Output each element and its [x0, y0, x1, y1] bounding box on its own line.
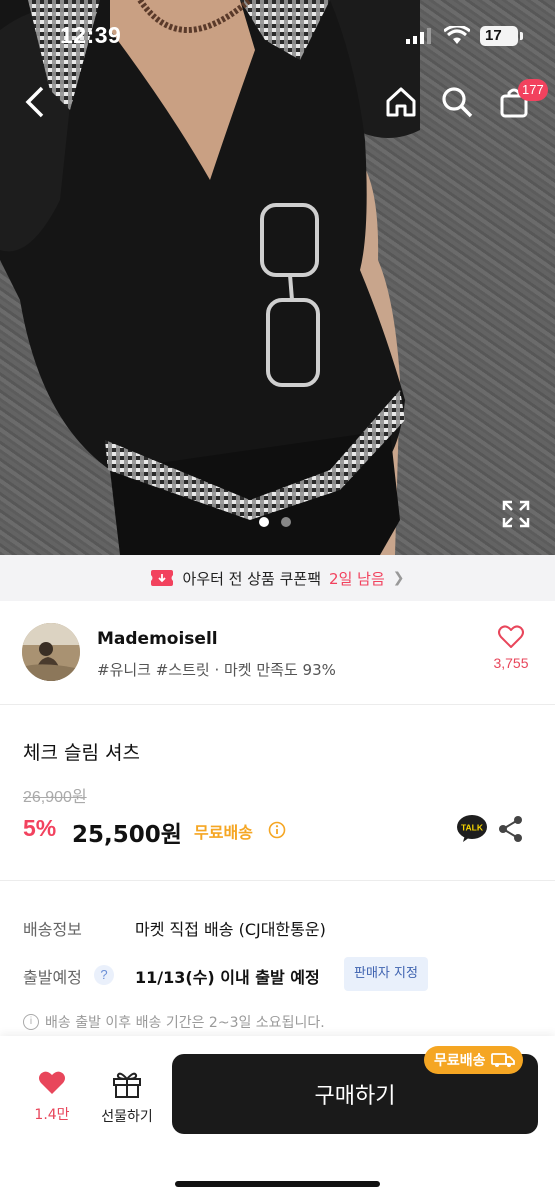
back-button[interactable] [15, 82, 55, 122]
gift-label: 선물하기 [101, 1109, 153, 1125]
truck-icon [490, 1053, 515, 1067]
discount-rate: 5% [23, 815, 57, 841]
cellular-signal-icon [406, 28, 431, 44]
favorite-count: 1.4만 [34, 1107, 70, 1123]
delivery-note: i 배송 출발 이후 배송 기간은 2~3일 소요됩니다. [23, 1012, 325, 1032]
favorite-button[interactable]: 1.4만 [26, 1070, 78, 1124]
home-indicator [175, 1181, 380, 1187]
free-shipping-badge-label: 무료배송 [434, 1053, 486, 1069]
home-icon [386, 87, 416, 117]
expand-icon [502, 500, 530, 528]
battery-tip [520, 32, 523, 40]
gift-button[interactable]: 선물하기 [92, 1070, 162, 1126]
svg-text:TALK: TALK [461, 823, 484, 833]
gift-icon [113, 1072, 141, 1098]
share-icon [499, 816, 522, 842]
seller-like-button[interactable]: 3,755 [486, 625, 536, 671]
cart-badge: 177 [518, 79, 548, 101]
gallery-pagination [259, 517, 291, 527]
avatar-image [22, 623, 80, 681]
sale-price: 25,500원 [72, 822, 182, 848]
heart-filled-icon [39, 1071, 65, 1094]
search-button[interactable] [437, 82, 477, 122]
share-button[interactable] [498, 815, 524, 843]
delivery-info-label: 배송정보 [23, 920, 82, 939]
home-button[interactable] [381, 82, 421, 122]
delivery-info-value: 마켓 직접 배송 (CJ대한통운) [135, 920, 326, 939]
gallery-dot[interactable] [281, 517, 291, 527]
expand-image-button[interactable] [500, 498, 532, 530]
info-icon: i [23, 1014, 39, 1030]
search-icon [442, 87, 473, 118]
eta-value: 11/13(수) 이내 출발 예정 [135, 968, 320, 987]
coupon-banner[interactable]: 아우터 전 상품 쿠폰팩 2일 남음 ❯ [0, 555, 555, 601]
coupon-days-left: 2일 남음 [329, 569, 385, 588]
info-icon[interactable] [268, 821, 286, 839]
eta-label: 출발예정 [23, 968, 82, 987]
battery-indicator: 17 [480, 26, 518, 46]
talk-icon: TALK [457, 815, 487, 842]
wifi-icon [444, 26, 470, 44]
free-shipping-badge: 무료배송 [424, 1046, 523, 1074]
coupon-icon [150, 570, 173, 586]
seller-name[interactable]: Mademoisell [97, 629, 218, 649]
heart-outline-icon [498, 625, 524, 648]
seller-like-count: 3,755 [493, 655, 529, 671]
section-divider [0, 880, 555, 881]
gallery-dot[interactable] [259, 517, 269, 527]
seller-specified-badge: 판매자 지정 [344, 957, 428, 991]
chevron-right-icon: ❯ [392, 570, 405, 586]
help-icon[interactable]: ? [94, 965, 114, 985]
free-shipping-label: 무료배송 [194, 823, 253, 842]
chevron-left-icon [25, 86, 44, 118]
seller-avatar[interactable] [22, 623, 80, 681]
kakaotalk-share-button[interactable]: TALK [457, 815, 487, 843]
status-bar: 12:39 17 [0, 0, 555, 72]
bottom-action-bar: 1.4만 선물하기 구매하기 무료배송 [0, 1036, 555, 1200]
buy-label: 구매하기 [314, 1084, 396, 1109]
product-image-gallery[interactable]: 12:39 17 177 [0, 0, 555, 555]
seller-section: Mademoisell #유니크 #스트릿 · 마켓 만족도 93% 3,755 [0, 601, 555, 705]
coupon-text: 아우터 전 상품 쿠폰팩 [182, 569, 322, 588]
status-time: 12:39 [60, 22, 122, 48]
product-title: 체크 슬림 셔츠 [23, 742, 140, 764]
delivery-note-text: 배송 출발 이후 배송 기간은 2~3일 소요됩니다. [45, 1015, 325, 1031]
seller-tags: #유니크 #스트릿 · 마켓 만족도 93% [97, 661, 336, 679]
original-price: 26,900원 [23, 789, 87, 806]
